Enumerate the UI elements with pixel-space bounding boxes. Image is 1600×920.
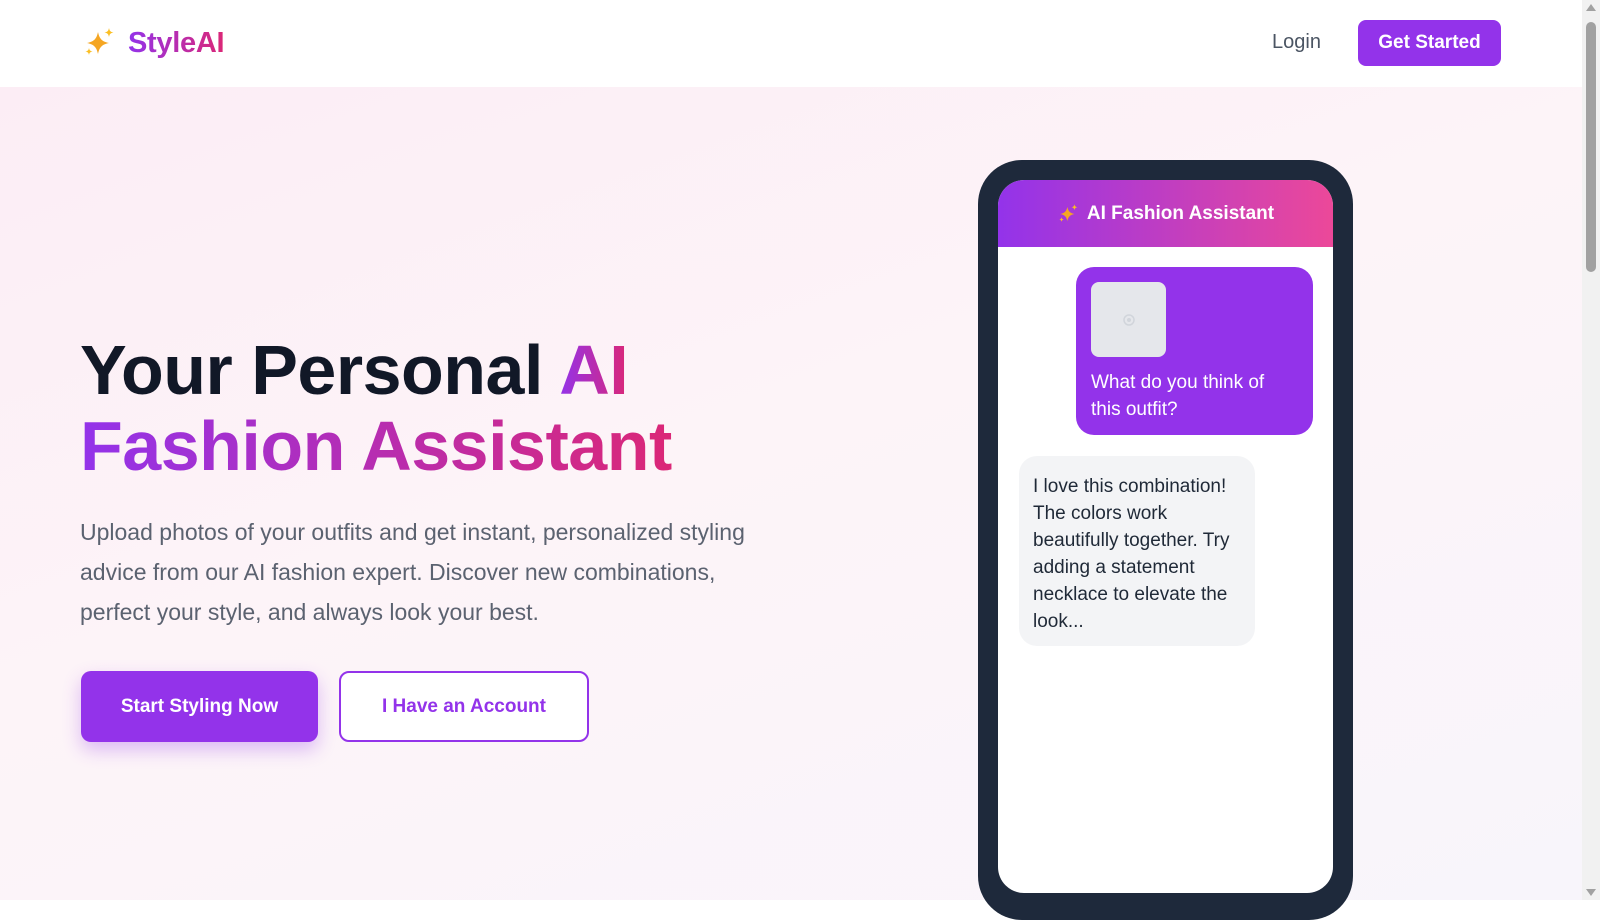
hero-title-plain: Your Personal [80,331,560,409]
scroll-down-arrow-icon[interactable] [1586,889,1596,896]
scroll-up-arrow-icon[interactable] [1586,4,1596,11]
page-scrollbar[interactable] [1582,0,1600,900]
hero-title: Your Personal AI Fashion Assistant [80,332,672,484]
camera-icon [1122,313,1135,326]
sparkles-icon [1059,203,1078,222]
hero-title-accent-ai: AI [559,331,629,409]
hero-section: Your Personal AI Fashion Assistant Uploa… [0,87,1582,920]
get-started-button[interactable]: Get Started [1358,20,1501,66]
start-styling-button[interactable]: Start Styling Now [81,671,318,742]
phone-screen: AI Fashion Assistant What do you think o… [998,180,1333,893]
chat-header-title: AI Fashion Assistant [1086,202,1275,224]
top-navbar: StyleAI Login Get Started [0,0,1582,87]
outfit-image-placeholder [1091,282,1166,357]
sparkles-icon [85,28,114,55]
hero-title-accent: Fashion Assistant [80,407,672,485]
user-message-bubble: What do you think of this outfit? [1076,267,1313,435]
brand-name: StyleAI [128,26,225,59]
chat-header: AI Fashion Assistant [998,180,1333,247]
have-account-button[interactable]: I Have an Account [339,671,589,742]
hero-description: Upload photos of your outfits and get in… [80,519,745,625]
scrollbar-thumb[interactable] [1586,22,1596,272]
user-message-text: What do you think of this outfit? [1091,372,1265,420]
brand-logo[interactable]: StyleAI [82,26,225,60]
ai-message-bubble: I love this combination! The colors work… [1019,456,1255,646]
phone-mockup: AI Fashion Assistant What do you think o… [978,160,1353,920]
login-link[interactable]: Login [1272,31,1321,54]
